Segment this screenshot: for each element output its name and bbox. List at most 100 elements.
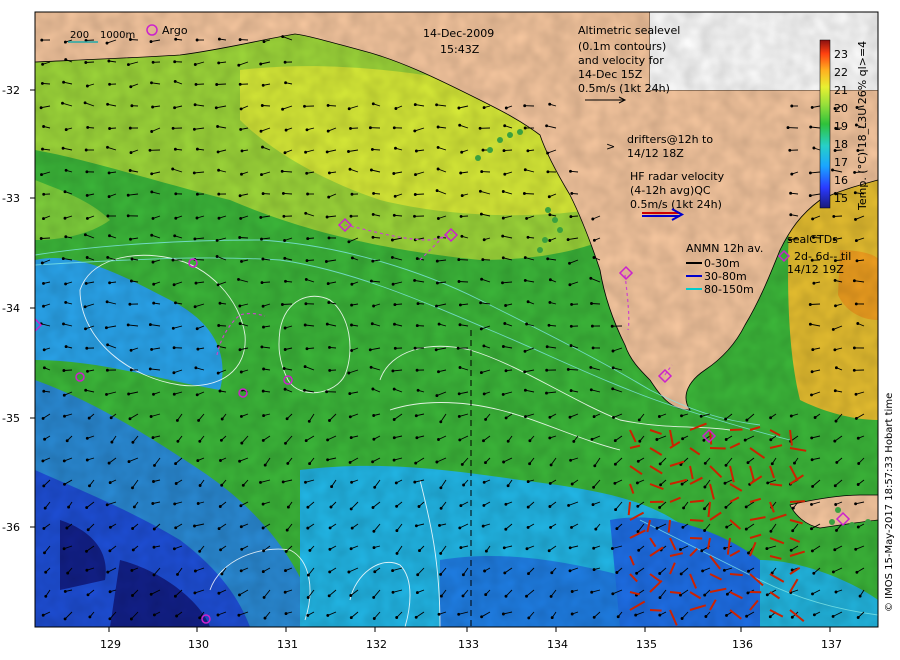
velocity-arrow-head: [462, 483, 466, 487]
velocity-arrow-head: [858, 594, 862, 598]
velocity-arrow-head: [63, 482, 66, 486]
velocity-arrow-head: [88, 615, 92, 619]
velocity-arrow-head: [327, 594, 331, 598]
velocity-arrow-head: [414, 461, 418, 465]
velocity-arrow-head: [769, 529, 773, 533]
velocity-arrow-head: [128, 126, 132, 130]
velocity-arrow-head: [44, 570, 48, 574]
velocity-arrow-head: [84, 148, 88, 152]
velocity-arrow-head: [435, 304, 438, 308]
velocity-arrow-head: [42, 125, 46, 128]
velocity-arrow-head: [743, 438, 747, 442]
velocity-arrow-head: [770, 571, 774, 575]
velocity-arrow-head: [40, 173, 43, 177]
velocity-arrow-head: [506, 484, 510, 488]
velocity-arrow-head: [130, 568, 134, 572]
velocity-arrow-head: [192, 171, 196, 175]
velocity-arrow-head: [659, 483, 663, 487]
velocity-arrow-head: [569, 324, 573, 328]
velocity-arrow-head: [281, 107, 285, 111]
velocity-arrow-head: [523, 168, 527, 172]
velocity-arrow-head: [613, 481, 617, 485]
velocity-arrow-head: [40, 38, 44, 42]
velocity-arrow-head: [481, 258, 485, 262]
velocity-arrow-head: [857, 462, 861, 465]
velocity-arrow-head: [527, 616, 531, 620]
velocity-arrow-head: [280, 169, 284, 173]
velocity-arrow-head: [217, 61, 221, 65]
velocity-arrow-head: [810, 502, 813, 506]
velocity-arrow-head: [436, 167, 440, 171]
velocity-arrow-head: [86, 125, 90, 129]
velocity-arrow-head: [435, 259, 439, 263]
velocity-arrow-head: [85, 458, 89, 462]
velocity-arrow-head: [548, 278, 552, 282]
velocity-arrow-head: [283, 151, 287, 155]
velocity-arrow-head: [62, 459, 66, 463]
velocity-arrow-head: [390, 238, 394, 242]
velocity-arrow-head: [392, 213, 396, 217]
velocity-arrow-head: [592, 485, 596, 489]
velocity-arrow-head: [193, 524, 196, 528]
velocity-arrow-head: [746, 461, 750, 465]
velocity-arrow-head: [349, 616, 353, 620]
velocity-arrow-head: [239, 414, 243, 418]
velocity-arrow-head: [306, 237, 310, 241]
velocity-arrow-head: [439, 594, 443, 598]
velocity-arrow-head: [217, 168, 221, 172]
velocity-arrow-head: [261, 502, 265, 506]
velocity-arrow-head: [148, 148, 152, 152]
velocity-arrow-head: [856, 483, 860, 486]
velocity-arrow-head: [350, 303, 354, 307]
velocity-arrow-head: [480, 277, 484, 281]
anmn-item: 30-80m: [704, 270, 747, 283]
velocity-arrow-head: [413, 346, 417, 350]
velocity-arrow-head: [570, 525, 573, 529]
velocity-arrow-head: [239, 127, 243, 131]
velocity-arrow-head: [260, 345, 264, 349]
velocity-arrow-head: [854, 217, 857, 221]
velocity-arrow-head: [67, 505, 71, 509]
velocity-arrow-head: [482, 439, 485, 443]
velocity-arrow-head: [614, 508, 618, 512]
velocity-arrow-head: [238, 348, 242, 352]
drifters-line: 14/12 18Z: [627, 147, 684, 160]
velocity-arrow-head: [217, 37, 221, 41]
velocity-arrow-head: [415, 257, 419, 261]
velocity-arrow-head: [546, 257, 550, 261]
velocity-arrow-head: [524, 415, 527, 419]
velocity-arrow-head: [372, 191, 376, 195]
velocity-arrow-head: [216, 283, 220, 287]
velocity-arrow-head: [261, 526, 265, 530]
velocity-arrow-head: [239, 504, 243, 508]
velocity-arrow-head: [479, 371, 483, 375]
velocity-arrow-head: [506, 439, 510, 443]
velocity-arrow-head: [151, 436, 155, 440]
velocity-arrow-head: [591, 503, 595, 507]
velocity-arrow-head: [326, 458, 330, 462]
velocity-arrow-head: [151, 216, 155, 220]
velocity-arrow-head: [789, 414, 793, 418]
velocity-arrow-head: [84, 61, 88, 64]
velocity-arrow-head: [854, 392, 858, 396]
velocity-arrow-head: [61, 146, 65, 150]
velocity-arrow-head: [43, 437, 47, 441]
sst-field: [35, 12, 878, 627]
altimetry-line: and velocity for: [578, 54, 664, 67]
velocity-arrow-head: [457, 612, 461, 616]
velocity-arrow-head: [260, 173, 263, 177]
hf-radar-arrow: [729, 428, 743, 431]
velocity-arrow-head: [414, 414, 418, 418]
velocity-arrow-head: [550, 616, 554, 620]
velocity-arrow-head: [480, 170, 484, 174]
velocity-arrow-head: [195, 327, 199, 331]
hf-radar-arrow: [789, 500, 805, 503]
velocity-arrow-head: [349, 507, 353, 511]
velocity-arrow-head: [194, 366, 198, 370]
velocity-arrow-head: [64, 345, 68, 349]
velocity-arrow-head: [808, 303, 812, 306]
velocity-arrow-head: [416, 573, 420, 577]
velocity-arrow-head: [64, 128, 68, 132]
velocity-arrow-head: [525, 547, 529, 551]
x-tick-label: 132: [366, 638, 387, 651]
